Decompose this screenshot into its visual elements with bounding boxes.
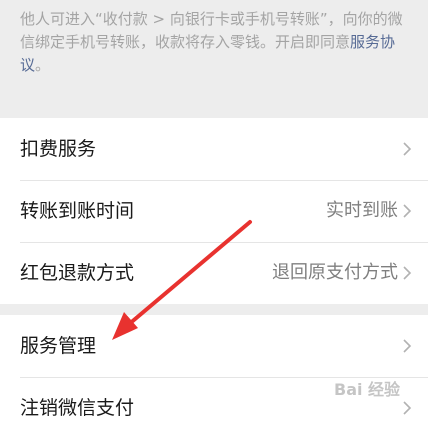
annotation-arrow (112, 220, 252, 340)
watermark: Bai 经验 (334, 380, 401, 399)
